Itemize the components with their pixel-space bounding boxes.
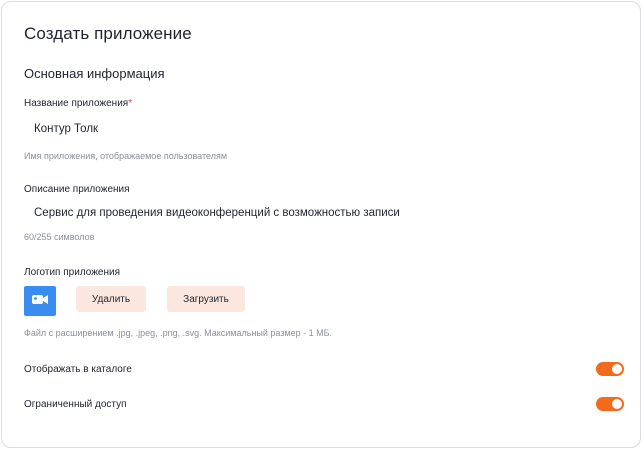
- show-in-catalog-toggle[interactable]: [596, 362, 624, 376]
- app-name-hint: Имя приложения, отображаемое пользовател…: [24, 151, 228, 161]
- toggle-knob: [612, 399, 622, 409]
- app-description-label: Описание приложения: [24, 184, 130, 195]
- app-logo-hint: Файл с расширением .jpg, .jpeg, .png, .s…: [24, 328, 333, 338]
- section-title-basic-info: Основная информация: [24, 66, 165, 81]
- app-name-label: Название приложения*: [24, 98, 132, 109]
- app-logo-preview: [24, 286, 56, 316]
- restricted-access-label: Ограниченный доступ: [24, 399, 127, 410]
- restricted-access-toggle[interactable]: [596, 397, 624, 411]
- delete-logo-button[interactable]: Удалить: [76, 286, 146, 312]
- app-name-label-text: Название приложения: [24, 98, 129, 109]
- app-description-input[interactable]: Сервис для проведения видеоконференций с…: [34, 207, 614, 219]
- upload-logo-button[interactable]: Загрузить: [167, 286, 245, 312]
- video-camera-icon: [31, 292, 49, 311]
- required-mark: *: [128, 98, 133, 109]
- page-title: Создать приложение: [24, 24, 192, 43]
- show-in-catalog-label: Отображать в каталоге: [24, 364, 132, 375]
- toggle-knob: [612, 364, 622, 374]
- app-description-counter: 60/255 символов: [24, 232, 95, 242]
- app-name-input[interactable]: Контур Толк: [34, 123, 594, 135]
- app-logo-label: Логотип приложения: [24, 267, 120, 278]
- create-app-card: Создать приложение Основная информация Н…: [1, 1, 641, 448]
